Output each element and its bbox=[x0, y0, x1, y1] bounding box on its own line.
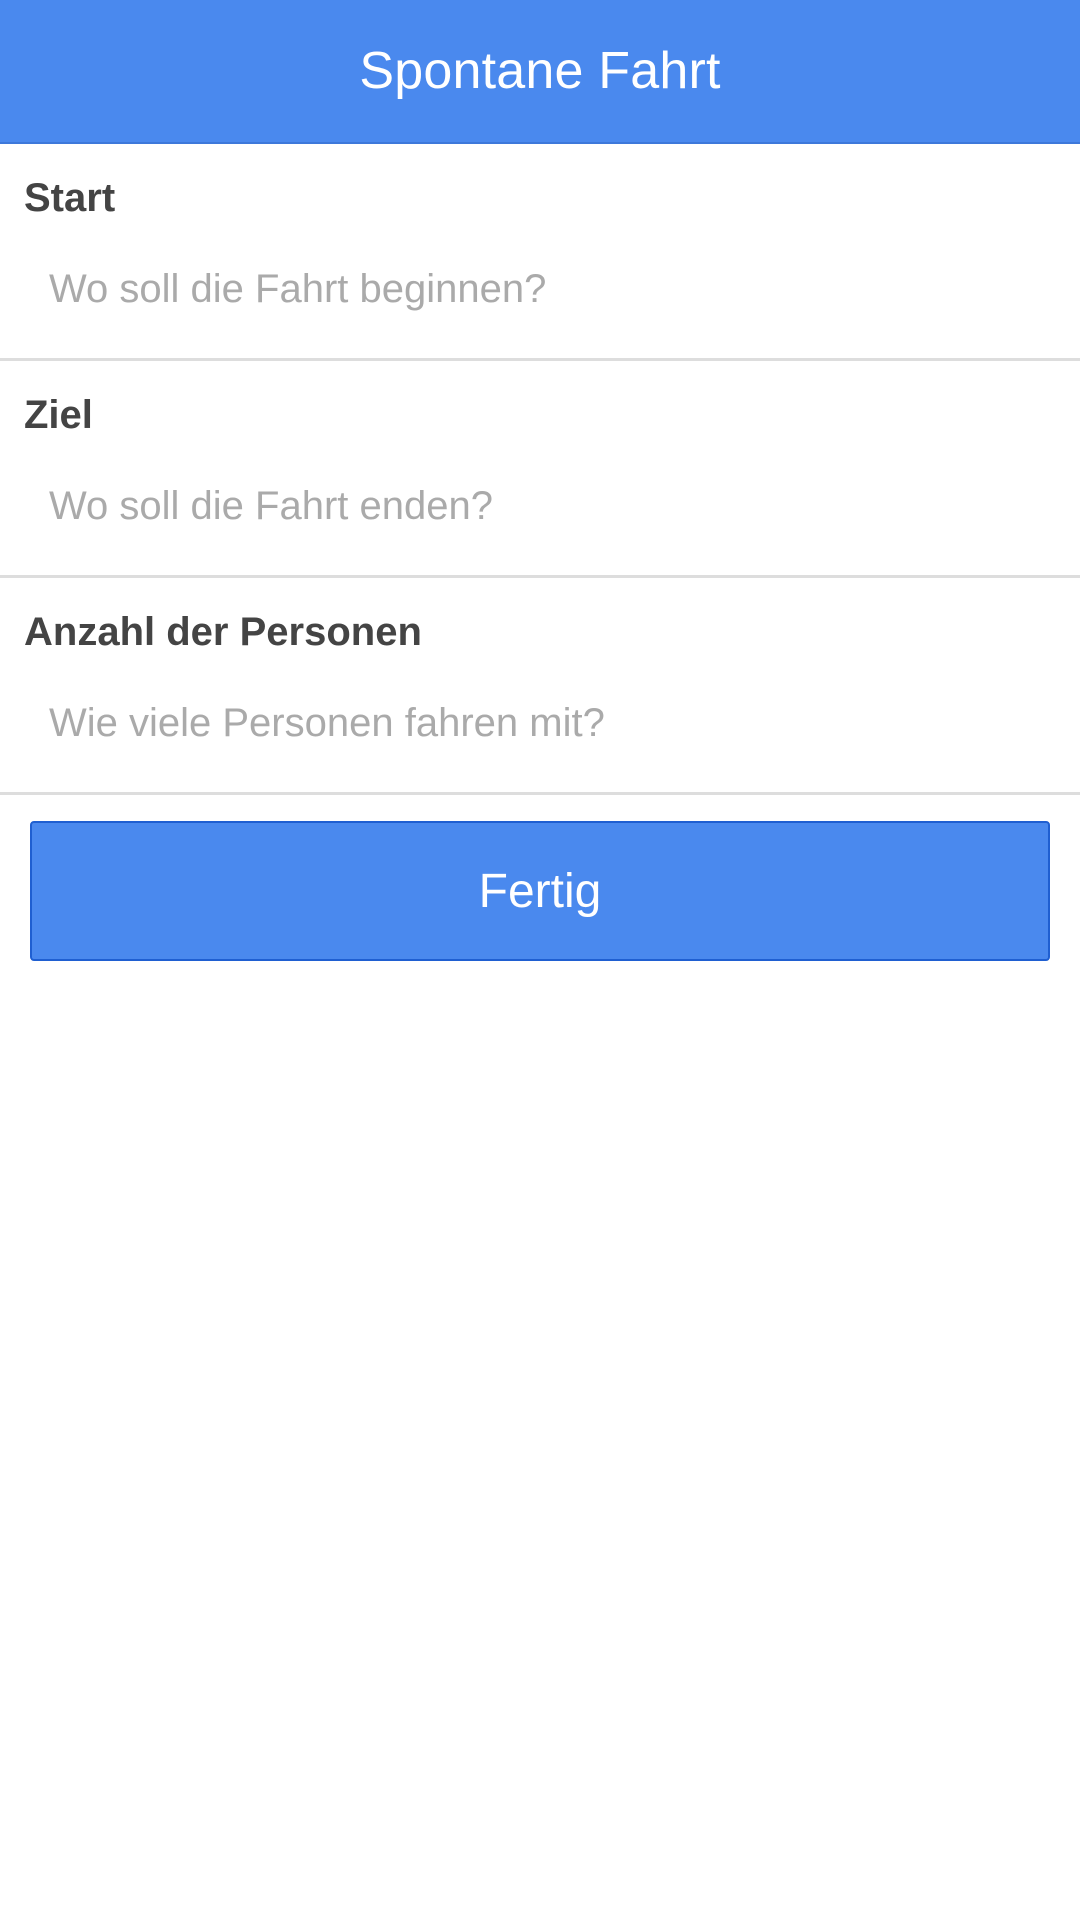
app-screen: Spontane Fahrt Start Ziel Anzahl der Per… bbox=[0, 0, 1080, 1920]
ride-form: Start Ziel Anzahl der Personen Fertig bbox=[0, 144, 1080, 961]
start-field-group: Start bbox=[0, 144, 1080, 361]
start-input[interactable] bbox=[24, 244, 1056, 334]
destination-label: Ziel bbox=[24, 393, 93, 437]
passenger-count-label: Anzahl der Personen bbox=[24, 610, 422, 654]
page-title: Spontane Fahrt bbox=[359, 42, 721, 100]
submit-button-container: Fertig bbox=[0, 795, 1080, 961]
passenger-count-input[interactable] bbox=[24, 678, 1056, 768]
done-button[interactable]: Fertig bbox=[30, 821, 1050, 961]
passenger-count-field-group: Anzahl der Personen bbox=[0, 578, 1080, 795]
destination-field-group: Ziel bbox=[0, 361, 1080, 578]
start-label: Start bbox=[24, 176, 116, 220]
app-header: Spontane Fahrt bbox=[0, 0, 1080, 144]
destination-input[interactable] bbox=[24, 461, 1056, 551]
